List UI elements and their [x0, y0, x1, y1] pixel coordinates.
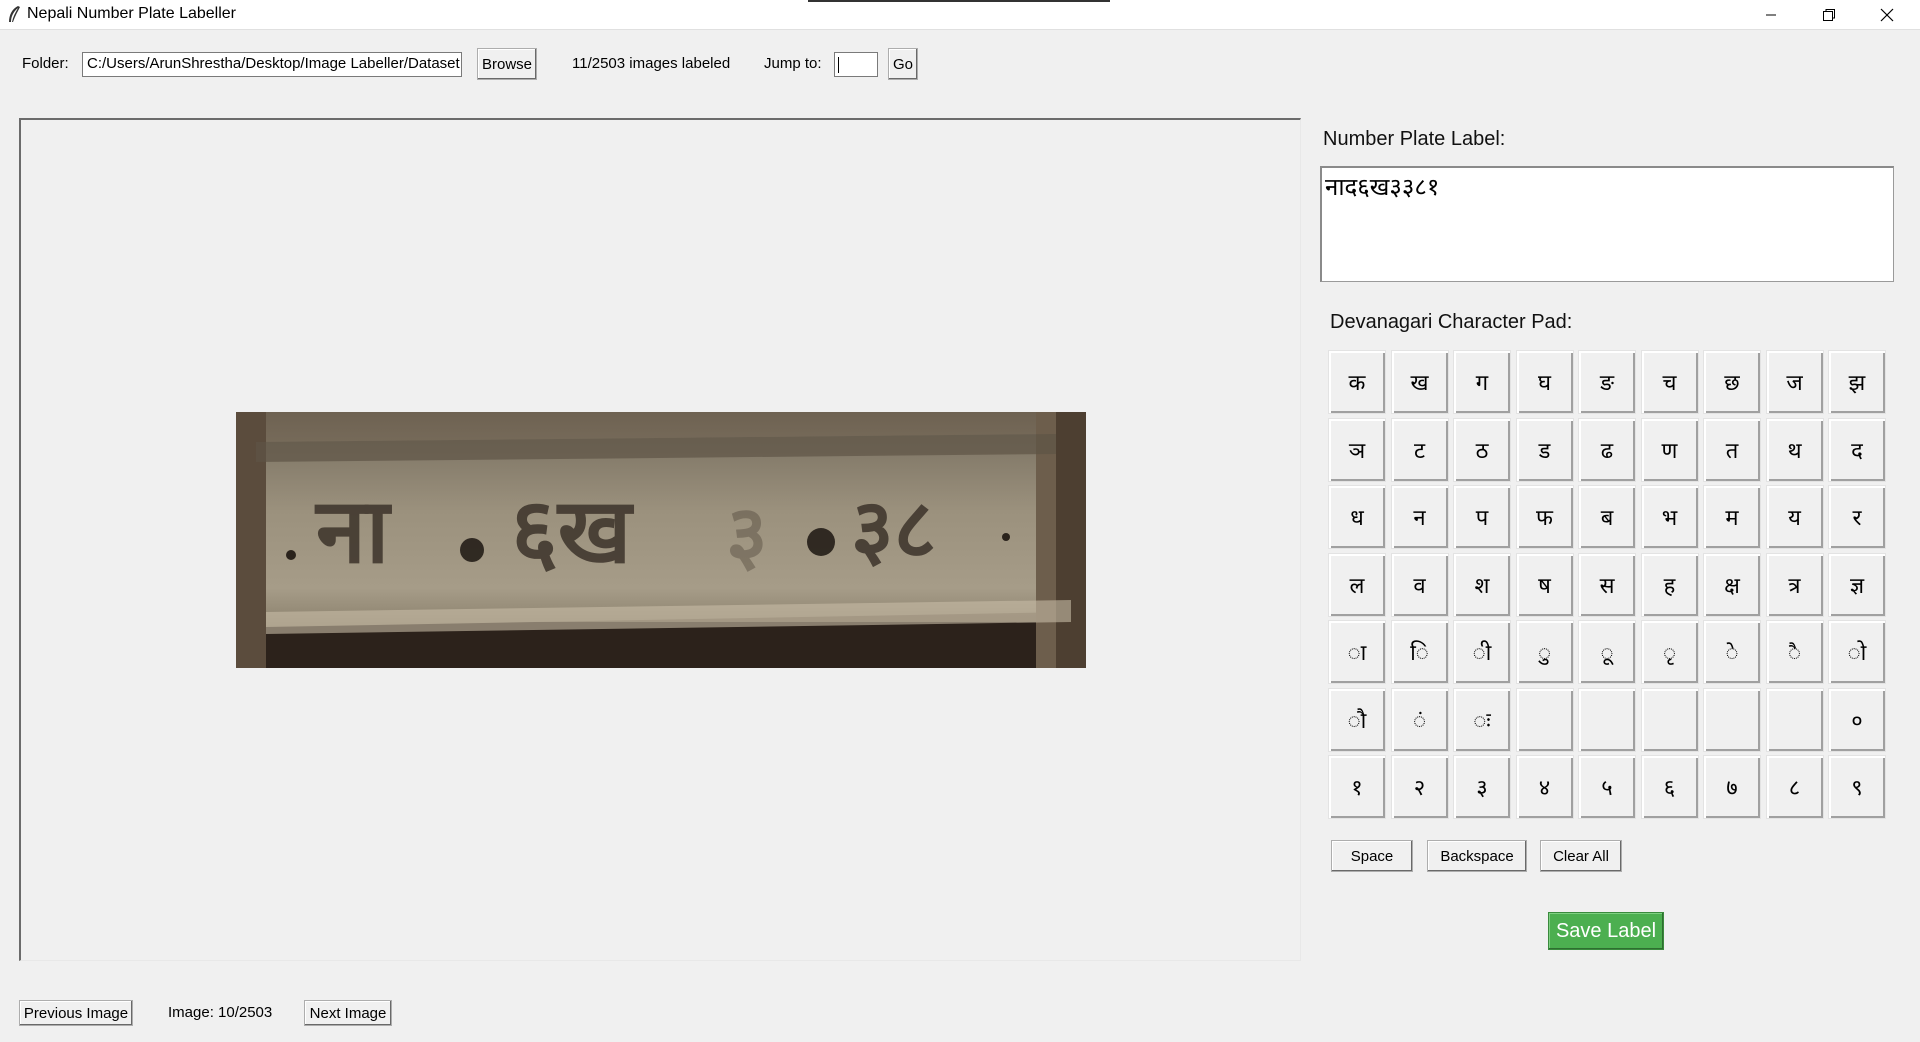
backspace-button[interactable]: Backspace	[1427, 840, 1527, 872]
char-key[interactable]: ृ	[1640, 620, 1699, 684]
char-key[interactable]: ८	[1765, 755, 1824, 819]
char-key[interactable]: क	[1328, 350, 1386, 414]
char-key[interactable]: श	[1453, 552, 1511, 617]
char-key[interactable]: र	[1828, 485, 1886, 549]
char-key[interactable]: थ	[1765, 417, 1824, 482]
char-key[interactable]: ७	[1703, 755, 1761, 819]
previous-image-button[interactable]: Previous Image	[19, 1000, 133, 1026]
next-image-button[interactable]: Next Image	[304, 1000, 392, 1026]
minimize-icon	[1766, 14, 1776, 16]
text-caret	[838, 57, 839, 73]
progress-text: 11/2503 images labeled	[572, 55, 731, 72]
char-key[interactable]	[1640, 687, 1699, 752]
char-key[interactable]	[1578, 687, 1636, 752]
jump-label: Jump to:	[764, 55, 822, 72]
char-key[interactable]: ट	[1390, 417, 1449, 482]
char-key[interactable]: े	[1703, 620, 1761, 684]
browse-button[interactable]: Browse	[477, 48, 537, 80]
char-key[interactable]: ब	[1578, 485, 1636, 549]
image-counter: Image: 10/2503	[168, 1004, 273, 1021]
char-key[interactable]: ३	[1453, 755, 1511, 819]
char-key[interactable]: घ	[1515, 350, 1574, 414]
char-key[interactable]: स	[1578, 552, 1636, 617]
char-key[interactable]: ९	[1828, 755, 1886, 819]
char-key[interactable]: ू	[1578, 620, 1636, 684]
char-key[interactable]: झ	[1828, 350, 1886, 414]
char-key[interactable]: ण	[1640, 417, 1699, 482]
char-key[interactable]: ०	[1828, 687, 1886, 752]
char-key[interactable]: ल	[1328, 552, 1386, 617]
svg-text:३: ३	[726, 488, 768, 581]
char-key[interactable]: क्ष	[1703, 552, 1761, 617]
char-key[interactable]: व	[1390, 552, 1449, 617]
title-accent-line	[808, 0, 1110, 2]
char-key[interactable]: ४	[1515, 755, 1574, 819]
char-key[interactable]	[1515, 687, 1574, 752]
char-key[interactable]: फ	[1515, 485, 1574, 549]
svg-text:६ख: ६ख	[511, 479, 635, 584]
char-key[interactable]: छ	[1703, 350, 1761, 414]
char-key[interactable]: १	[1328, 755, 1386, 819]
char-key[interactable]: ज्ञ	[1828, 552, 1886, 617]
char-key[interactable]	[1765, 687, 1824, 752]
clear-all-button[interactable]: Clear All	[1540, 840, 1622, 872]
devanagari-character-pad: क ख ग घ ङ च छ ज झ ञ ट ठ ड ढ ण त थ द ध न प फ ब भ म य र ल व श ष स ह क्ष त्र ज…	[1328, 350, 1888, 820]
char-key[interactable]: ौ	[1328, 687, 1386, 752]
char-key[interactable]: भ	[1640, 485, 1699, 549]
char-key[interactable]: ह	[1640, 552, 1699, 617]
save-label-button[interactable]: Save Label	[1548, 912, 1664, 950]
char-key[interactable]: त	[1703, 417, 1761, 482]
char-key[interactable]: ड	[1515, 417, 1574, 482]
char-key[interactable]: ः	[1453, 687, 1511, 752]
feather-icon	[6, 5, 22, 25]
restore-button[interactable]	[1800, 0, 1858, 30]
label-textbox[interactable]: नाद६ख३३८१	[1320, 166, 1894, 282]
char-key[interactable]: ख	[1390, 350, 1449, 414]
char-key[interactable]: ा	[1328, 620, 1386, 684]
minimize-button[interactable]	[1742, 0, 1800, 30]
char-key[interactable]: ५	[1578, 755, 1636, 819]
label-title: Number Plate Label:	[1323, 128, 1506, 150]
jump-input[interactable]	[834, 52, 878, 77]
char-key[interactable]: ं	[1390, 687, 1449, 752]
svg-text:ना: ना	[314, 479, 392, 584]
char-key[interactable]	[1703, 687, 1761, 752]
char-key[interactable]: ङ	[1578, 350, 1636, 414]
char-key[interactable]: ज	[1765, 350, 1824, 414]
number-plate-image: ना ६ख ३ ३८	[236, 412, 1086, 668]
char-key[interactable]: ी	[1453, 620, 1511, 684]
char-key[interactable]: प	[1453, 485, 1511, 549]
svg-text:३८: ३८	[851, 482, 936, 577]
char-key[interactable]: द	[1828, 417, 1886, 482]
toolbar: Folder: C:/Users/ArunShrestha/Desktop/Im…	[0, 48, 1920, 80]
char-key[interactable]: ि	[1390, 620, 1449, 684]
char-key[interactable]: ो	[1828, 620, 1886, 684]
close-icon	[1880, 8, 1894, 22]
window-title: Nepali Number Plate Labeller	[27, 5, 236, 22]
space-button[interactable]: Space	[1331, 840, 1413, 872]
char-key[interactable]: ग	[1453, 350, 1511, 414]
char-key[interactable]: ै	[1765, 620, 1824, 684]
pad-title: Devanagari Character Pad:	[1330, 311, 1573, 333]
char-key[interactable]: त्र	[1765, 552, 1824, 617]
go-button[interactable]: Go	[888, 48, 918, 80]
char-key[interactable]: न	[1390, 485, 1449, 549]
char-key[interactable]: च	[1640, 350, 1699, 414]
folder-label: Folder:	[22, 55, 69, 72]
char-key[interactable]: ष	[1515, 552, 1574, 617]
char-key[interactable]: २	[1390, 755, 1449, 819]
restore-icon	[1823, 9, 1835, 21]
char-key[interactable]: य	[1765, 485, 1824, 549]
char-key[interactable]: ञ	[1328, 417, 1386, 482]
char-key[interactable]: ठ	[1453, 417, 1511, 482]
folder-path-input[interactable]: C:/Users/ArunShrestha/Desktop/Image Labe…	[82, 52, 462, 77]
title-bar: Nepali Number Plate Labeller	[0, 0, 1920, 30]
char-key[interactable]: ध	[1328, 485, 1386, 549]
image-canvas: ना ६ख ३ ३८	[19, 118, 1301, 961]
char-key[interactable]: म	[1703, 485, 1761, 549]
close-button[interactable]	[1858, 0, 1916, 30]
char-key[interactable]: ६	[1640, 755, 1699, 819]
char-key[interactable]: ढ	[1578, 417, 1636, 482]
char-key[interactable]: ु	[1515, 620, 1574, 684]
